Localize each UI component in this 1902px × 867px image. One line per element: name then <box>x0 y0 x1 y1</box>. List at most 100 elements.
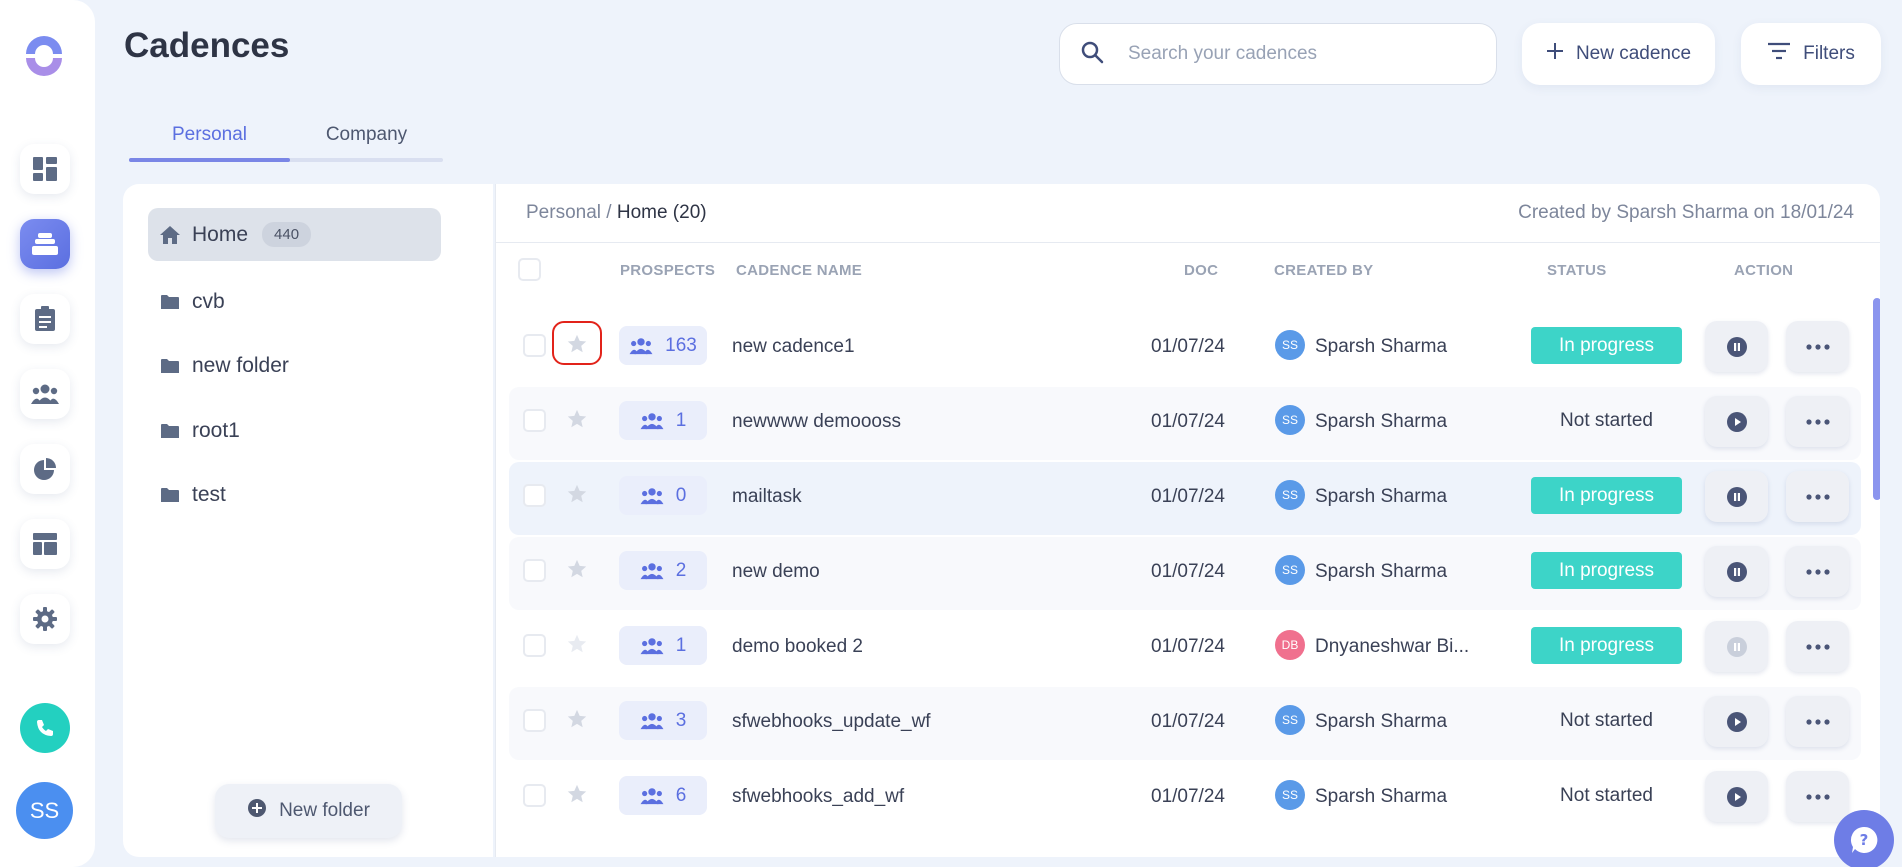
search-input[interactable] <box>1128 43 1468 65</box>
phone-icon[interactable] <box>20 703 70 753</box>
prospects-badge[interactable]: 163 <box>619 326 707 365</box>
filters-button[interactable]: Filters <box>1741 23 1881 85</box>
prospects-badge[interactable]: 1 <box>619 626 707 665</box>
cadences-icon[interactable] <box>20 219 70 269</box>
folder-item-test[interactable]: test <box>148 468 441 521</box>
table-row[interactable]: 3 sfwebhooks_update_wf 01/07/24 SS Spars… <box>509 687 1861 760</box>
more-options-button[interactable] <box>1786 471 1849 522</box>
folder-panel: Home 440 cvb new folder root1 test New f… <box>123 184 493 857</box>
folder-label: cvb <box>192 289 225 313</box>
folder-count-badge: 440 <box>262 222 312 247</box>
breadcrumb-root[interactable]: Personal <box>526 202 601 223</box>
doc-date: 01/07/24 <box>1151 486 1225 507</box>
creator-avatar: DB <box>1275 630 1305 660</box>
play-button[interactable] <box>1705 771 1768 822</box>
more-options-button[interactable] <box>1786 546 1849 597</box>
help-icon: ? <box>1850 826 1878 853</box>
star-icon[interactable] <box>563 780 591 808</box>
column-header-created-by[interactable]: CREATED BY <box>1274 262 1373 279</box>
templates-icon[interactable] <box>20 519 70 569</box>
table-row[interactable]: 1 newwww demoooss 01/07/24 SS Sparsh Sha… <box>509 387 1861 460</box>
folder-icon <box>158 487 182 503</box>
new-cadence-button[interactable]: New cadence <box>1522 23 1715 85</box>
new-cadence-label: New cadence <box>1575 43 1692 64</box>
column-header-status[interactable]: STATUS <box>1547 262 1607 279</box>
column-header-action[interactable]: ACTION <box>1734 262 1793 279</box>
pause-button[interactable] <box>1705 321 1768 372</box>
cadence-name[interactable]: new cadence1 <box>732 336 855 358</box>
reports-icon[interactable] <box>20 444 70 494</box>
status-badge: Not started <box>1560 709 1653 731</box>
table-row[interactable]: 0 mailtask 01/07/24 SS Sparsh Sharma In … <box>509 462 1861 535</box>
column-header-prospects[interactable]: PROSPECTS <box>620 262 715 279</box>
more-options-button[interactable] <box>1786 396 1849 447</box>
help-chat-button[interactable]: ? <box>1834 810 1894 867</box>
folder-item-cvb[interactable]: cvb <box>148 275 441 328</box>
prospects-badge[interactable]: 1 <box>619 401 707 440</box>
people-icon[interactable] <box>20 369 70 419</box>
folder-item-root1[interactable]: root1 <box>148 404 441 457</box>
folder-item-home[interactable]: Home 440 <box>148 208 441 261</box>
select-all-checkbox[interactable] <box>518 258 541 281</box>
table-row[interactable]: 6 sfwebhooks_add_wf 01/07/24 SS Sparsh S… <box>509 762 1861 835</box>
prospects-badge[interactable]: 2 <box>619 551 707 590</box>
tab-company[interactable]: Company <box>290 124 443 146</box>
doc-date: 01/07/24 <box>1151 711 1225 732</box>
prospects-count: 6 <box>675 784 687 806</box>
cadence-name[interactable]: demo booked 2 <box>732 636 863 658</box>
star-icon[interactable] <box>563 330 591 358</box>
new-folder-button[interactable]: New folder <box>215 784 402 838</box>
star-icon[interactable] <box>563 405 591 433</box>
table-row[interactable]: 2 new demo 01/07/24 SS Sparsh Sharma In … <box>509 537 1861 610</box>
tasks-icon[interactable] <box>20 294 70 344</box>
row-checkbox[interactable] <box>523 784 546 807</box>
more-options-button[interactable] <box>1786 321 1849 372</box>
scrollbar-thumb[interactable] <box>1873 298 1880 500</box>
tab-active-indicator <box>129 158 290 162</box>
star-icon[interactable] <box>563 480 591 508</box>
column-header-doc[interactable]: DOC <box>1184 262 1218 279</box>
dashboard-icon[interactable] <box>20 144 70 194</box>
creator-avatar: SS <box>1275 480 1305 510</box>
row-checkbox[interactable] <box>523 334 546 357</box>
user-avatar[interactable]: SS <box>16 782 73 839</box>
folder-icon <box>158 294 182 310</box>
home-icon <box>158 225 182 245</box>
table-row[interactable]: 1 demo booked 2 01/07/24 DB Dnyaneshwar … <box>509 612 1861 685</box>
pause-button[interactable] <box>1705 471 1768 522</box>
prospects-badge[interactable]: 0 <box>619 476 707 515</box>
row-checkbox[interactable] <box>523 559 546 582</box>
cadence-name[interactable]: sfwebhooks_add_wf <box>732 786 904 808</box>
more-options-button[interactable] <box>1786 621 1849 672</box>
star-icon[interactable] <box>563 705 591 733</box>
logo-icon[interactable] <box>20 32 68 80</box>
row-checkbox[interactable] <box>523 709 546 732</box>
play-button[interactable] <box>1705 396 1768 447</box>
more-options-button[interactable] <box>1786 771 1849 822</box>
people-icon <box>640 487 664 504</box>
breadcrumb-separator: / <box>606 202 612 223</box>
row-checkbox[interactable] <box>523 484 546 507</box>
more-options-button[interactable] <box>1786 696 1849 747</box>
tab-personal[interactable]: Personal <box>129 124 290 146</box>
prospects-badge[interactable]: 3 <box>619 701 707 740</box>
cadence-name[interactable]: sfwebhooks_update_wf <box>732 711 931 733</box>
cadence-name[interactable]: newwww demoooss <box>732 411 901 433</box>
play-button[interactable] <box>1705 696 1768 747</box>
settings-icon[interactable] <box>20 594 70 644</box>
star-icon[interactable] <box>563 630 591 658</box>
folder-item-new-folder[interactable]: new folder <box>148 339 441 392</box>
cadence-name[interactable]: new demo <box>732 561 820 583</box>
cadence-name[interactable]: mailtask <box>732 486 802 508</box>
column-header-cadence-name[interactable]: CADENCE NAME <box>736 262 862 279</box>
filter-icon <box>1767 42 1791 66</box>
row-checkbox[interactable] <box>523 409 546 432</box>
table-row[interactable]: 163 new cadence1 01/07/24 SS Sparsh Shar… <box>509 312 1861 385</box>
star-icon[interactable] <box>563 555 591 583</box>
pause-button[interactable] <box>1705 546 1768 597</box>
more-icon <box>1805 793 1830 800</box>
row-checkbox[interactable] <box>523 634 546 657</box>
people-icon <box>640 637 664 654</box>
search-box[interactable] <box>1059 23 1497 85</box>
prospects-badge[interactable]: 6 <box>619 776 707 815</box>
